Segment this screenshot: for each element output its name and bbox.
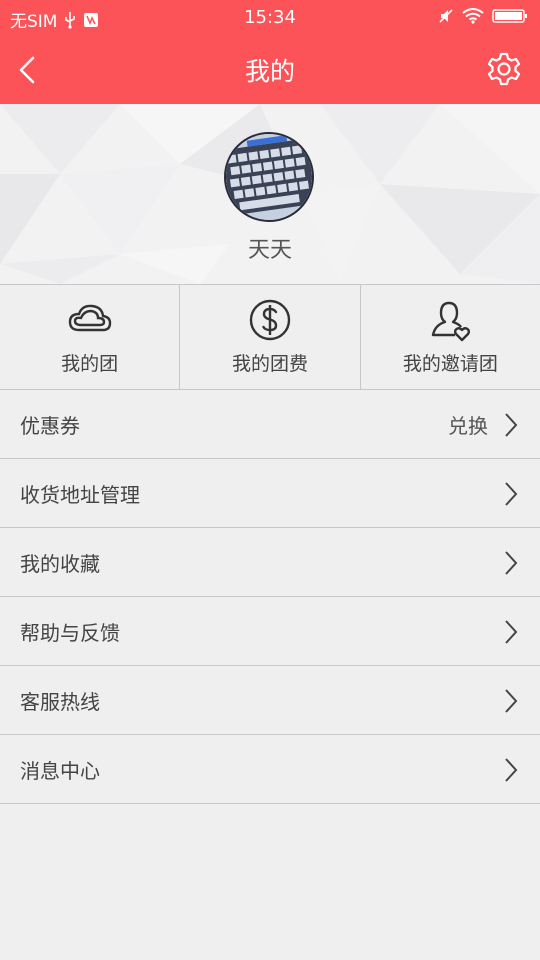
- menu-item-label: 帮助与反馈: [20, 621, 120, 645]
- quick-action-my-group[interactable]: 我的团: [0, 285, 181, 389]
- menu-item-help-feedback[interactable]: 帮助与反馈: [0, 597, 540, 666]
- quick-actions-grid: 我的团 我的团费 我的邀请团: [0, 284, 540, 390]
- status-bar: 无SIM 15:34: [0, 0, 540, 36]
- status-right: [438, 8, 528, 24]
- avatar[interactable]: [224, 132, 314, 222]
- menu-item-label: 我的收藏: [20, 552, 100, 576]
- dollar-icon: [249, 299, 291, 341]
- chevron-right-icon: [505, 413, 518, 437]
- profile-header: 天天: [0, 104, 540, 284]
- mute-icon: [439, 9, 453, 23]
- nav-bar: 我的: [0, 36, 540, 104]
- keyboard-photo: [226, 134, 312, 220]
- quick-action-label: 我的团费: [231, 353, 308, 375]
- quick-action-label: 我的邀请团: [402, 353, 498, 375]
- menu-item-coupons[interactable]: 优惠券 兑换: [0, 390, 540, 459]
- quick-action-my-fee[interactable]: 我的团费: [180, 285, 361, 389]
- menu-item-label: 优惠券: [20, 414, 80, 438]
- menu-item-extra[interactable]: 兑换: [448, 410, 488, 439]
- menu-item-label: 客服热线: [20, 690, 100, 714]
- menu-item-messages[interactable]: 消息中心: [0, 735, 540, 804]
- user-heart-icon: [432, 301, 471, 342]
- menu-list: 优惠券 兑换 收货地址管理 我的收藏 帮助与反馈 客服热线 消息中心: [0, 390, 540, 804]
- page-title: 我的: [244, 57, 295, 86]
- menu-item-label: 收货地址管理: [20, 483, 140, 507]
- chevron-right-icon: [505, 482, 518, 506]
- menu-item-hotline[interactable]: 客服热线: [0, 666, 540, 735]
- menu-item-label: 消息中心: [20, 759, 100, 783]
- chevron-right-icon: [505, 758, 518, 782]
- username: 天天: [247, 238, 292, 263]
- quick-action-label: 我的团: [61, 353, 119, 375]
- battery-icon: [492, 9, 527, 23]
- cloud-icon: [68, 304, 111, 332]
- gear-icon[interactable]: [486, 51, 522, 87]
- chevron-right-icon: [505, 689, 518, 713]
- menu-item-address[interactable]: 收货地址管理: [0, 459, 540, 528]
- chevron-right-icon: [505, 620, 518, 644]
- wifi-icon: [462, 8, 484, 24]
- chevron-right-icon: [505, 551, 518, 575]
- menu-item-favorites[interactable]: 我的收藏: [0, 528, 540, 597]
- quick-action-my-invite[interactable]: 我的邀请团: [361, 285, 540, 389]
